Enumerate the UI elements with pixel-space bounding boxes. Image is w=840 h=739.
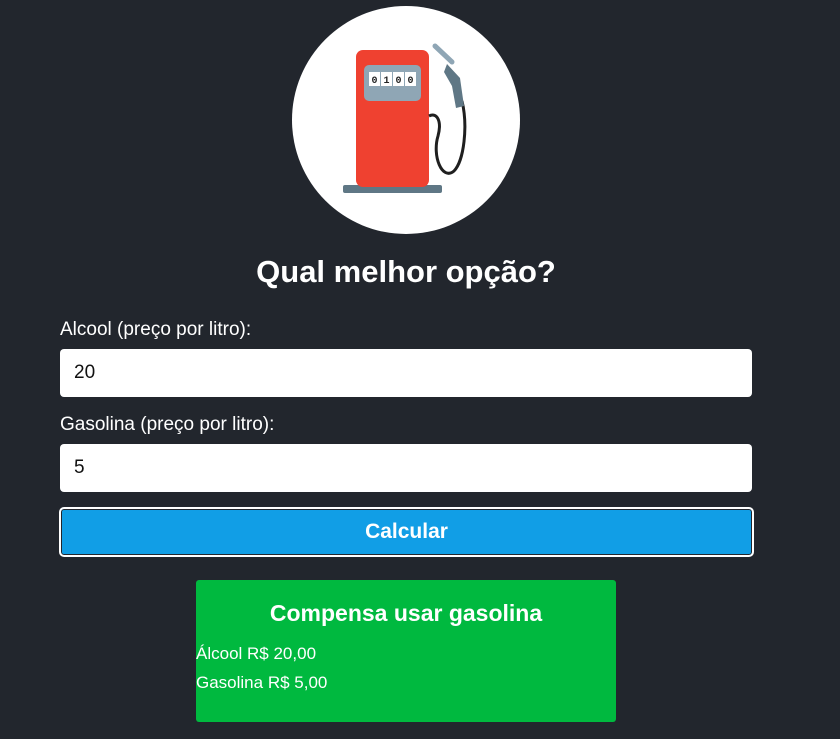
gasolina-price-label: Gasolina (preço por litro): bbox=[60, 414, 275, 435]
alcool-price-input[interactable] bbox=[60, 349, 752, 397]
calcular-button[interactable]: Calcular bbox=[59, 507, 754, 557]
logo-circle: 0 1 0 0 bbox=[292, 6, 520, 234]
nozzle-tip bbox=[432, 43, 455, 65]
result-title: Compensa usar gasolina bbox=[269, 600, 543, 626]
meter-digit: 1 bbox=[383, 76, 389, 87]
page-title: Qual melhor opção? bbox=[256, 254, 556, 289]
meter-digit: 0 bbox=[407, 76, 413, 87]
gas-pump-icon: 0 1 0 0 bbox=[343, 43, 467, 193]
page: 0 1 0 0 Qual melhor opção? Alcool (preço… bbox=[0, 0, 840, 739]
result-gasolina-price: Gasolina R$ 5,00 bbox=[196, 673, 328, 692]
alcool-price-label: Alcool (preço por litro): bbox=[60, 319, 252, 340]
gasolina-price-input[interactable] bbox=[60, 444, 752, 492]
nozzle-handle bbox=[444, 64, 464, 108]
pump-hose bbox=[428, 100, 467, 175]
result-alcool-price: Álcool R$ 20,00 bbox=[196, 644, 317, 663]
meter-digit: 0 bbox=[395, 76, 401, 87]
meter-digit: 0 bbox=[371, 76, 377, 87]
